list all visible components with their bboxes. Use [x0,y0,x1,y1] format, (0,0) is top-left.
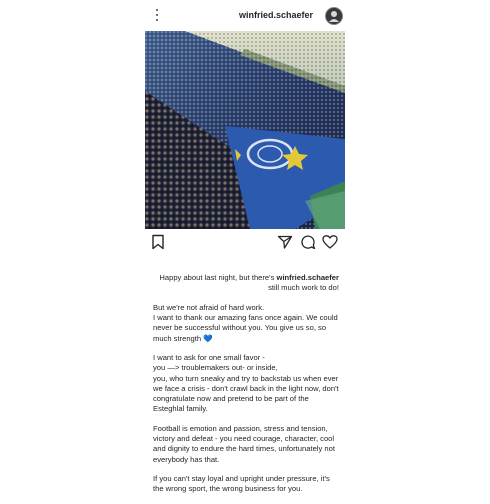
caption-intro-text: Happy about last night, but there's [159,273,275,282]
blue-heart-emoji-icon: 💙 [203,333,213,343]
more-options-icon[interactable] [155,9,159,25]
heart-icon[interactable] [322,234,338,250]
caption-paragraph-2: I want to ask for one small favor - you … [153,353,339,414]
caption-paragraph-3: Football is emotion and passion, stress … [153,423,335,464]
post-image[interactable] [145,31,345,229]
caption-paragraph-1: But we're not afraid of hard work. I wan… [153,303,339,344]
post-header: winfried.schaefer [145,6,345,28]
caption-paragraph-4: If you can't stay loyal and upright unde… [153,474,330,494]
username[interactable]: winfried.schaefer [239,10,313,20]
stadium-photo-icon [145,31,345,229]
caption-intro: Happy about last night, but there's winf… [153,273,339,293]
paper-plane-icon[interactable] [277,234,293,250]
avatar[interactable] [325,7,343,25]
caption-intro-tail: still much work to do! [268,283,339,293]
caption-paragraph-1-text: But we're not afraid of hard work. I wan… [153,302,338,343]
post-caption: Happy about last night, but there's winf… [153,273,339,504]
caption-username[interactable]: winfried.schaefer [277,273,339,282]
comment-bubble-icon[interactable] [300,234,316,250]
bookmark-icon[interactable] [150,234,166,250]
post-actions [145,234,345,250]
